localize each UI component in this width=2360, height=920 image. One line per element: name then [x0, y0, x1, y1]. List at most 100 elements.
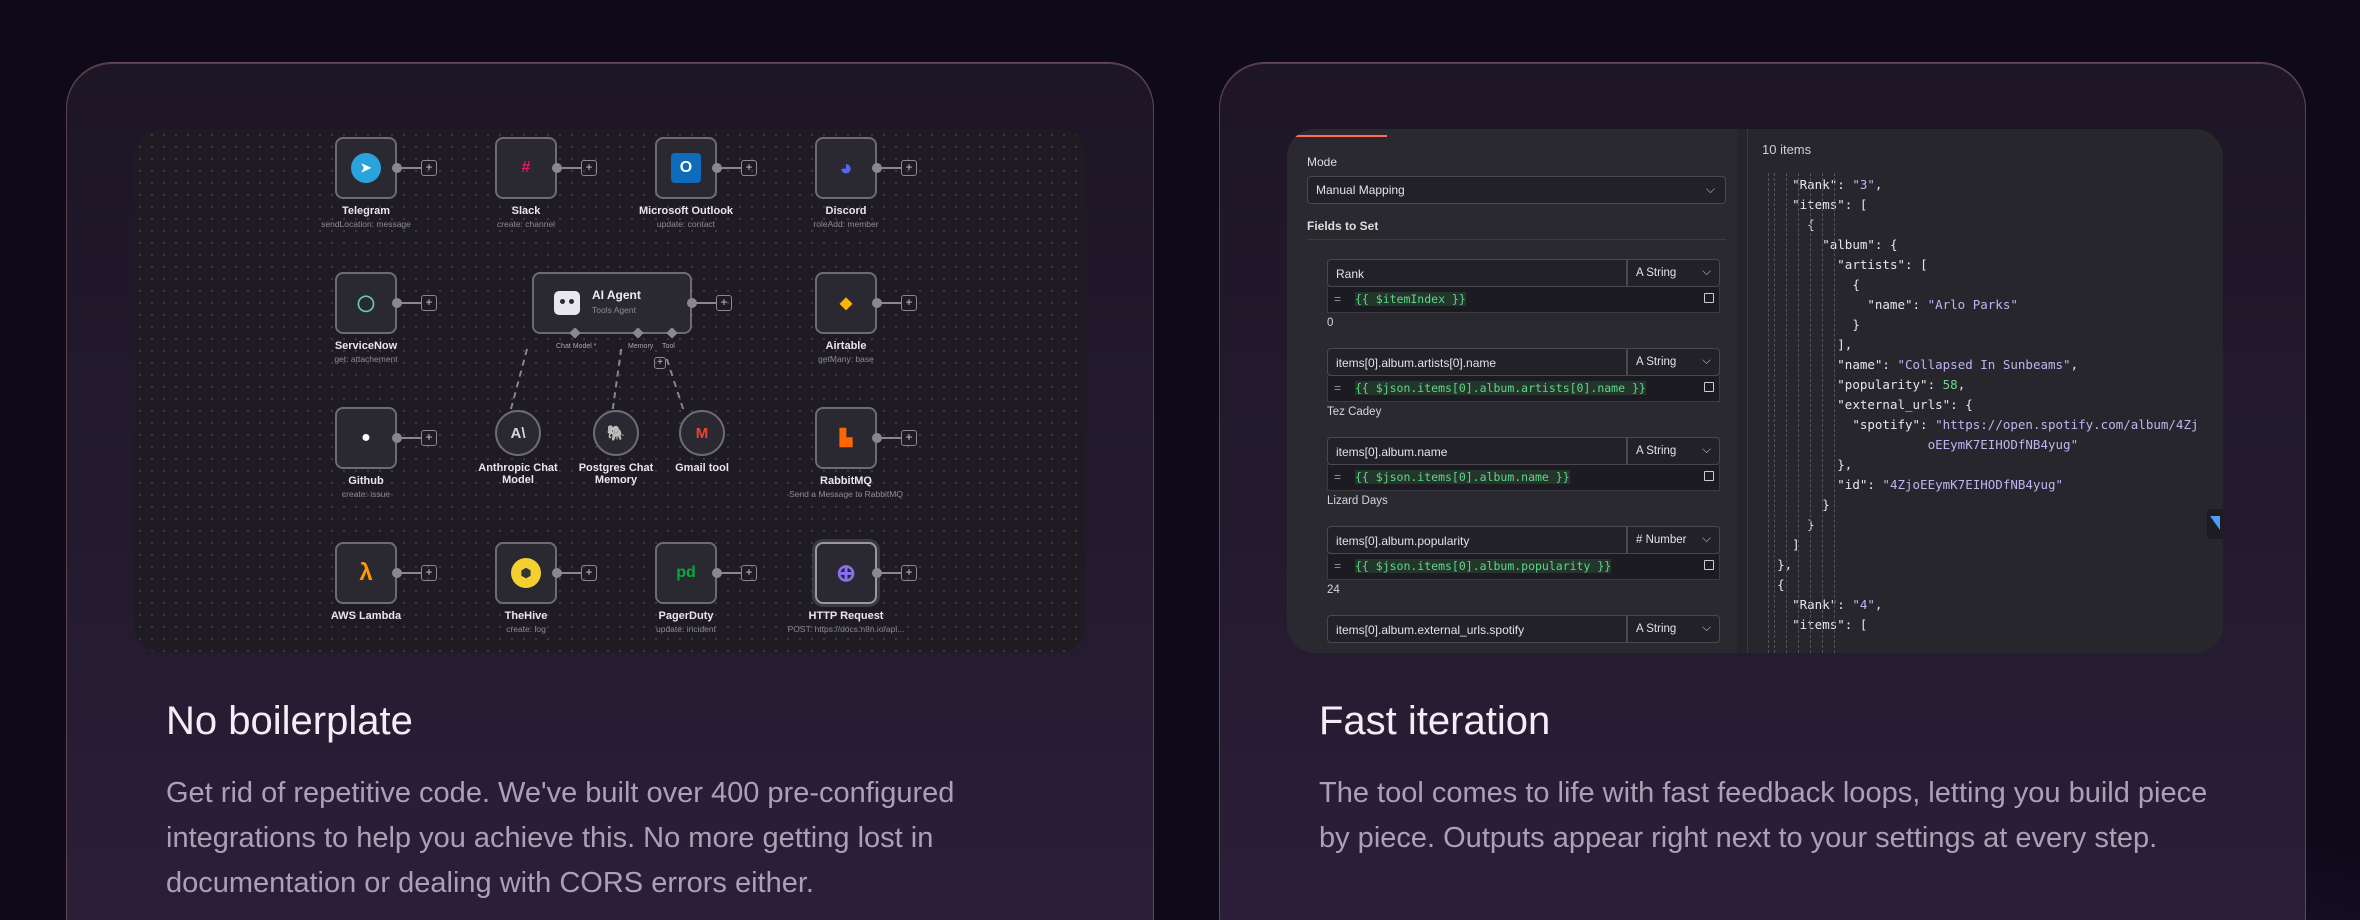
field-name-input[interactable]: items[0].album.popularity	[1327, 526, 1627, 554]
json-key: "name":	[1867, 297, 1928, 312]
add-node-icon[interactable]: +	[421, 160, 437, 176]
bookmark-icon[interactable]	[2207, 509, 2223, 539]
add-node-icon[interactable]: +	[581, 160, 597, 176]
json-line: "spotify": "https://open.spotify.com/alb…	[1762, 415, 2198, 435]
add-node-icon[interactable]: +	[581, 565, 597, 581]
expression-code: {{ $json.items[0].album.artists[0].name …	[1355, 381, 1646, 395]
subnode-anthropic-chat-model[interactable]: A\	[495, 410, 541, 456]
chevron-down-icon: ⌵	[1702, 266, 1711, 278]
field-type-select[interactable]: A String ⌵	[1627, 259, 1720, 287]
field-name-input[interactable]: items[0].album.name	[1327, 437, 1627, 465]
expression-input[interactable]: = {{ $json.items[0].album.popularity }}	[1327, 554, 1720, 580]
node-github[interactable]: ●	[335, 407, 397, 469]
add-node-icon[interactable]: +	[716, 295, 732, 311]
json-value: "Collapsed In Sunbeams"	[1897, 357, 2071, 372]
card-title: No boilerplate	[166, 699, 413, 743]
expand-icon[interactable]	[1704, 560, 1714, 570]
expression-result: 24	[1327, 584, 1340, 596]
chevron-down-icon: ⌵	[1705, 182, 1715, 196]
node-aws-lambda[interactable]: λ	[335, 542, 397, 604]
github-icon: ●	[361, 429, 371, 446]
node-microsoft-outlook[interactable]: O	[655, 137, 717, 199]
output-item-count: 10 items	[1762, 142, 1812, 157]
node-subtitle: create: issue	[341, 489, 391, 499]
scrollbar[interactable]	[1737, 129, 1747, 653]
connection-line	[401, 167, 421, 169]
indent-guide	[1822, 173, 1823, 653]
card-description: Get rid of repetitive code. We've built …	[166, 777, 955, 899]
indent-guide	[1774, 173, 1775, 653]
globe-icon: ⊕	[835, 559, 857, 587]
expression-input[interactable]: = {{ $itemIndex }}	[1327, 287, 1720, 313]
node-http-request[interactable]: ⊕	[815, 542, 877, 604]
chevron-down-icon: ⌵	[1702, 622, 1711, 634]
node-discord[interactable]: ◕	[815, 137, 877, 199]
field-type-select[interactable]: A String ⌵	[1627, 615, 1720, 643]
discord-icon: ◕	[839, 155, 853, 180]
node-pagerduty[interactable]: pd	[655, 542, 717, 604]
dashed-connection	[665, 359, 685, 409]
json-line: },	[1777, 557, 1793, 572]
workflow-canvas: AI Agent Tools Agent ➤ + Telegram sendLocat…	[134, 129, 1086, 653]
field-name-input[interactable]: Rank	[1327, 259, 1627, 287]
outlook-icon: O	[671, 153, 701, 183]
card-description: The tool comes to life with fast feedbac…	[1319, 777, 2208, 854]
add-node-icon[interactable]: +	[901, 430, 917, 446]
json-value: "4"	[1852, 597, 1875, 612]
connection-line	[881, 167, 901, 169]
json-line: ]	[1792, 537, 1800, 552]
node-editor: Mode Manual Mapping ⌵ Fields to Set Rank A…	[1287, 129, 2223, 653]
node-servicenow[interactable]: ◯	[335, 272, 397, 334]
ai-agent-subtitle: Tools Agent	[592, 305, 636, 315]
expand-icon[interactable]	[1704, 293, 1714, 303]
add-node-icon[interactable]: +	[741, 160, 757, 176]
connection-line	[561, 167, 581, 169]
add-node-icon[interactable]: +	[421, 430, 437, 446]
mode-select[interactable]: Manual Mapping ⌵	[1307, 176, 1726, 204]
json-line: "popularity": 58,	[1837, 377, 1966, 392]
dashed-connection	[611, 349, 623, 409]
field-name-input[interactable]: items[0].album.external_urls.spotify	[1327, 615, 1627, 643]
add-node-icon[interactable]: +	[901, 160, 917, 176]
type-label: Number	[1645, 534, 1687, 546]
subnode-gmail-tool[interactable]: M	[679, 410, 725, 456]
expression-result: Lizard Days	[1327, 495, 1388, 507]
field-name-input[interactable]: items[0].album.artists[0].name	[1327, 348, 1627, 376]
equals-icon: =	[1334, 292, 1342, 306]
node-slack[interactable]: #	[495, 137, 557, 199]
json-key: "artists":	[1837, 257, 1921, 272]
json-line: "items": [	[1792, 617, 1868, 632]
add-node-icon[interactable]: +	[901, 565, 917, 581]
node-rabbitmq[interactable]: ▙	[815, 407, 877, 469]
subnode-postgres-chat-memory[interactable]: 🐘	[593, 410, 639, 456]
json-line: "Rank": "4",	[1792, 597, 1883, 612]
indent-guide	[1786, 173, 1787, 653]
type-icon: A	[1636, 267, 1644, 279]
agent-link-label: Memory	[628, 343, 654, 350]
node-airtable[interactable]: ◆	[815, 272, 877, 334]
add-node-icon[interactable]: +	[741, 565, 757, 581]
dashed-connection	[509, 349, 529, 409]
expression-input[interactable]: = {{ $json.items[0].album.artists[0].name…	[1327, 376, 1720, 402]
expand-icon[interactable]	[1704, 382, 1714, 392]
json-value: "4ZjoEEymK7EIHODfNB4yug"	[1882, 477, 2064, 492]
add-node-icon[interactable]: +	[421, 295, 437, 311]
active-tab-indicator	[1287, 135, 1387, 137]
add-node-icon[interactable]: +	[421, 565, 437, 581]
node-telegram[interactable]: ➤	[335, 137, 397, 199]
airtable-icon: ◆	[839, 295, 853, 312]
field-type-select[interactable]: # Number ⌵	[1627, 526, 1720, 554]
field-type-select[interactable]: A String ⌵	[1627, 348, 1720, 376]
node-thehive[interactable]: ⬢	[495, 542, 557, 604]
add-node-icon[interactable]: +	[901, 295, 917, 311]
indent-guide	[1798, 173, 1799, 653]
node-subtitle: Send a Message to RabbitMQ	[789, 489, 903, 499]
feature-card-no-boilerplate: AI Agent Tools Agent ➤ + Telegram sendLocat…	[66, 62, 1154, 920]
field-type-select[interactable]: A String ⌵	[1627, 437, 1720, 465]
ai-agent-node[interactable]: AI Agent Tools Agent	[532, 272, 692, 334]
expression-input[interactable]: = {{ $json.items[0].album.name }}	[1327, 465, 1720, 491]
json-line: }	[1807, 517, 1815, 532]
expand-icon[interactable]	[1704, 471, 1714, 481]
indent-guide	[1810, 173, 1811, 653]
add-tool-icon[interactable]: +	[654, 357, 666, 369]
